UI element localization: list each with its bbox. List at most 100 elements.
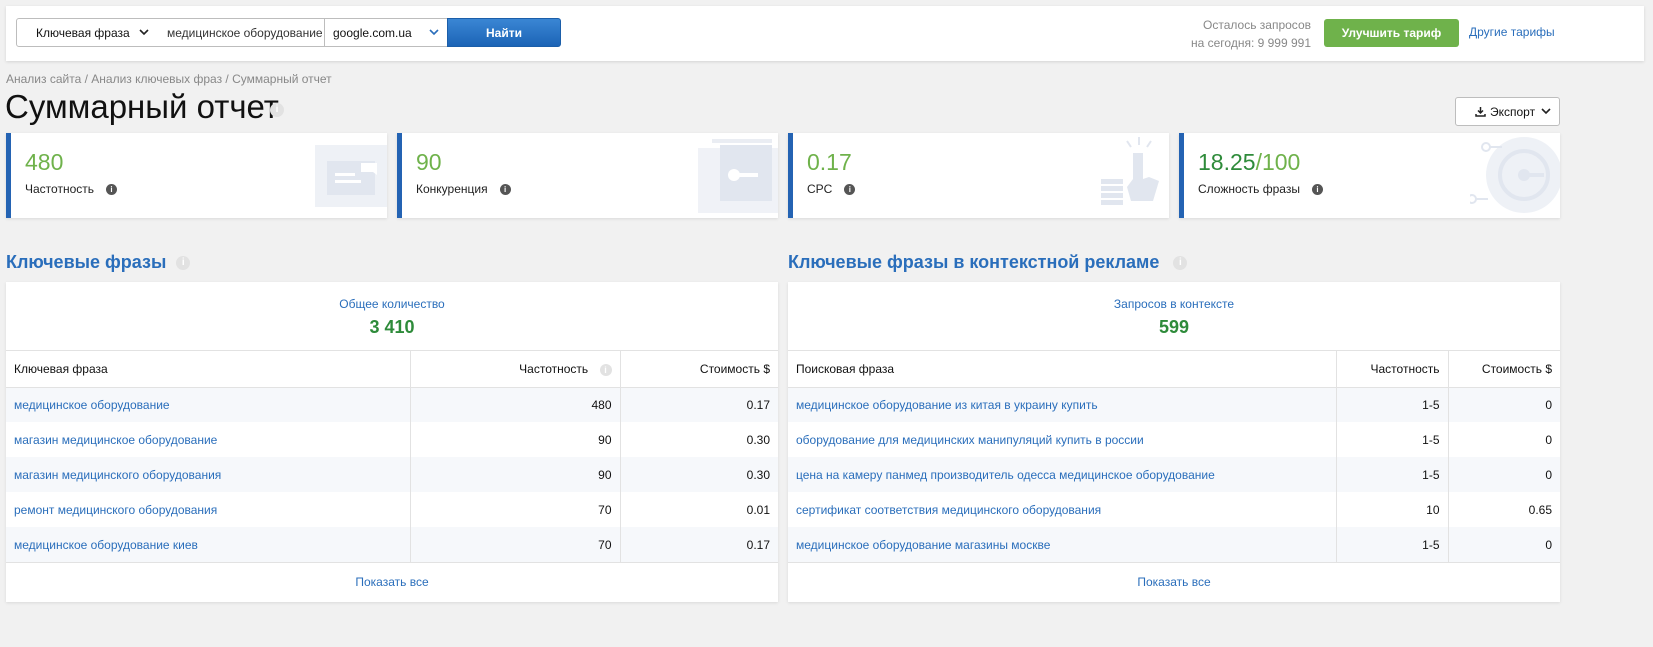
table-row: медицинское оборудование магазины москве…	[788, 527, 1560, 562]
info-icon[interactable]: i	[1311, 183, 1323, 195]
metric-value: 18.25/100	[1198, 149, 1300, 176]
column-header-phrase[interactable]: Поисковая фраза	[788, 351, 1336, 388]
column-header-phrase[interactable]: Ключевая фраза	[6, 351, 410, 388]
ads-panel: Запросов в контексте 599 Поисковая фраза…	[788, 282, 1560, 602]
metric-label: Сложность фразы	[1198, 182, 1300, 196]
cost-cell: 0	[1447, 457, 1560, 492]
table-row: медицинское оборудование из китая в укра…	[788, 387, 1560, 422]
section-title-text: Ключевые фразы	[6, 252, 167, 272]
frequency-cell: 480	[409, 387, 620, 422]
table-row: сертификат соответствия медицинского обо…	[788, 492, 1560, 527]
column-header-frequency[interactable]: Частотность i	[409, 351, 620, 388]
cost-cell: 0.30	[619, 457, 778, 492]
show-all-ads-link[interactable]: Показать все	[788, 562, 1560, 600]
search-phrase-link[interactable]: медицинское оборудование из китая в укра…	[788, 387, 1336, 422]
difficulty-max: /100	[1255, 149, 1301, 175]
export-button[interactable]: Экспорт	[1455, 97, 1560, 126]
cost-cell: 0	[1447, 387, 1560, 422]
search-phrase-link[interactable]: оборудование для медицинских манипуляций…	[788, 422, 1336, 457]
table-header-row: Поисковая фраза Частотность Стоимость $	[788, 351, 1560, 388]
info-icon[interactable]: i	[844, 183, 856, 195]
keywords-summary: Общее количество 3 410	[6, 282, 778, 351]
column-header-cost[interactable]: Стоимость $	[1447, 351, 1560, 388]
search-phrase-link[interactable]: медицинское оборудование магазины москве	[788, 527, 1336, 562]
metric-label: Конкуренция	[416, 182, 488, 196]
info-icon[interactable]: i	[270, 103, 284, 117]
info-icon[interactable]: i	[499, 183, 511, 195]
frequency-cell: 10	[1335, 492, 1448, 527]
chevron-down-icon	[429, 29, 439, 36]
search-type-select[interactable]: Ключевая фраза	[16, 18, 158, 47]
quota-line-2: на сегодня: 9 999 991	[1190, 36, 1311, 50]
keyword-link[interactable]: ремонт медицинского оборудования	[6, 492, 410, 527]
metric-value: 0.17	[807, 149, 852, 175]
other-plans-link[interactable]: Другие тарифы	[1469, 25, 1555, 39]
metric-card-difficulty: 18.25/100 Сложность фразы i	[1179, 133, 1560, 218]
quota-line-1: Осталось запросов	[1203, 18, 1311, 32]
search-type-value: Ключевая фраза	[36, 25, 130, 40]
search-engine-value: google.com.ua	[333, 25, 412, 40]
table-row: магазин медицинское оборудование 90 0.30	[6, 422, 778, 457]
keyword-link[interactable]: магазин медицинское оборудование	[6, 422, 410, 457]
frequency-cell: 90	[409, 457, 620, 492]
frequency-cell: 1-5	[1335, 422, 1448, 457]
cost-cell: 0	[1447, 527, 1560, 562]
info-icon[interactable]: i	[106, 183, 117, 195]
search-phrase-link[interactable]: сертификат соответствия медицинского обо…	[788, 492, 1336, 527]
section-title-text: Ключевые фразы в контекстной рекламе	[788, 252, 1160, 272]
search-input[interactable]	[157, 18, 325, 47]
table-row: ремонт медицинского оборудования 70 0.01	[6, 492, 778, 527]
frequency-cell: 70	[409, 492, 620, 527]
cost-cell: 0.17	[619, 527, 778, 562]
ads-summary: Запросов в контексте 599	[788, 282, 1560, 351]
show-all-keywords-link[interactable]: Показать все	[6, 562, 778, 600]
search-phrase-link[interactable]: цена на камеру панмед производитель одес…	[788, 457, 1336, 492]
find-button[interactable]: Найти	[447, 18, 561, 47]
metric-value: 90	[416, 149, 442, 175]
hand-coins-illustration-icon	[1101, 137, 1159, 205]
metric-card-frequency: 480 Частотность i	[6, 133, 387, 218]
chevron-down-icon	[1541, 108, 1551, 115]
table-row: цена на камеру панмед производитель одес…	[788, 457, 1560, 492]
table-row: магазин медицинского оборудования 90 0.3…	[6, 457, 778, 492]
key-lock-illustration-icon	[1470, 137, 1560, 213]
info-icon[interactable]: i	[599, 363, 612, 376]
frequency-cell: 1-5	[1335, 387, 1448, 422]
frequency-cell: 90	[409, 422, 620, 457]
breadcrumb[interactable]: Анализ сайта / Анализ ключевых фраз / Су…	[6, 72, 332, 86]
cost-cell: 0.65	[1447, 492, 1560, 527]
difficulty-score: 18.25	[1198, 149, 1256, 175]
upgrade-plan-button[interactable]: Улучшить тариф	[1324, 19, 1459, 47]
cost-cell: 0.30	[619, 422, 778, 457]
page-title: Суммарный отчет	[5, 88, 279, 125]
chevron-down-icon	[139, 29, 149, 36]
column-header-frequency-label: Частотность	[519, 361, 589, 376]
info-icon[interactable]: i	[1173, 255, 1188, 270]
keyword-link[interactable]: медицинское оборудование киев	[6, 527, 410, 562]
frequency-cell: 1-5	[1335, 457, 1448, 492]
ads-table: Поисковая фраза Частотность Стоимость $ …	[788, 351, 1560, 562]
ads-section-title: Ключевые фразы в контекстной рекламе i	[788, 252, 1188, 273]
metric-card-cpc: 0.17 CPC i	[788, 133, 1169, 218]
keywords-table: Ключевая фраза Частотность i Стоимость $…	[6, 351, 778, 562]
keyword-link[interactable]: магазин медицинского оборудования	[6, 457, 410, 492]
metric-value: 480	[25, 149, 64, 175]
frequency-cell: 70	[409, 527, 620, 562]
table-row: медицинское оборудование 480 0.17	[6, 387, 778, 422]
info-icon[interactable]: i	[176, 255, 191, 270]
cost-cell: 0.17	[619, 387, 778, 422]
summary-label: Запросов в контексте	[1113, 297, 1235, 311]
column-header-frequency[interactable]: Частотность	[1335, 351, 1448, 388]
search-engine-select[interactable]: google.com.ua	[324, 18, 448, 47]
table-header-row: Ключевая фраза Частотность i Стоимость $	[6, 351, 778, 388]
keyword-link[interactable]: медицинское оборудование	[6, 387, 410, 422]
table-row: медицинское оборудование киев 70 0.17	[6, 527, 778, 562]
table-row: оборудование для медицинских манипуляций…	[788, 422, 1560, 457]
column-header-cost[interactable]: Стоимость $	[619, 351, 778, 388]
summary-value: 599	[1158, 317, 1190, 337]
top-search-bar: Ключевая фраза google.com.ua Найти Остал…	[6, 6, 1644, 61]
message-illustration-icon	[315, 145, 387, 207]
cost-cell: 0.01	[619, 492, 778, 527]
summary-label: Общее количество	[339, 297, 445, 311]
cost-cell: 0	[1447, 422, 1560, 457]
